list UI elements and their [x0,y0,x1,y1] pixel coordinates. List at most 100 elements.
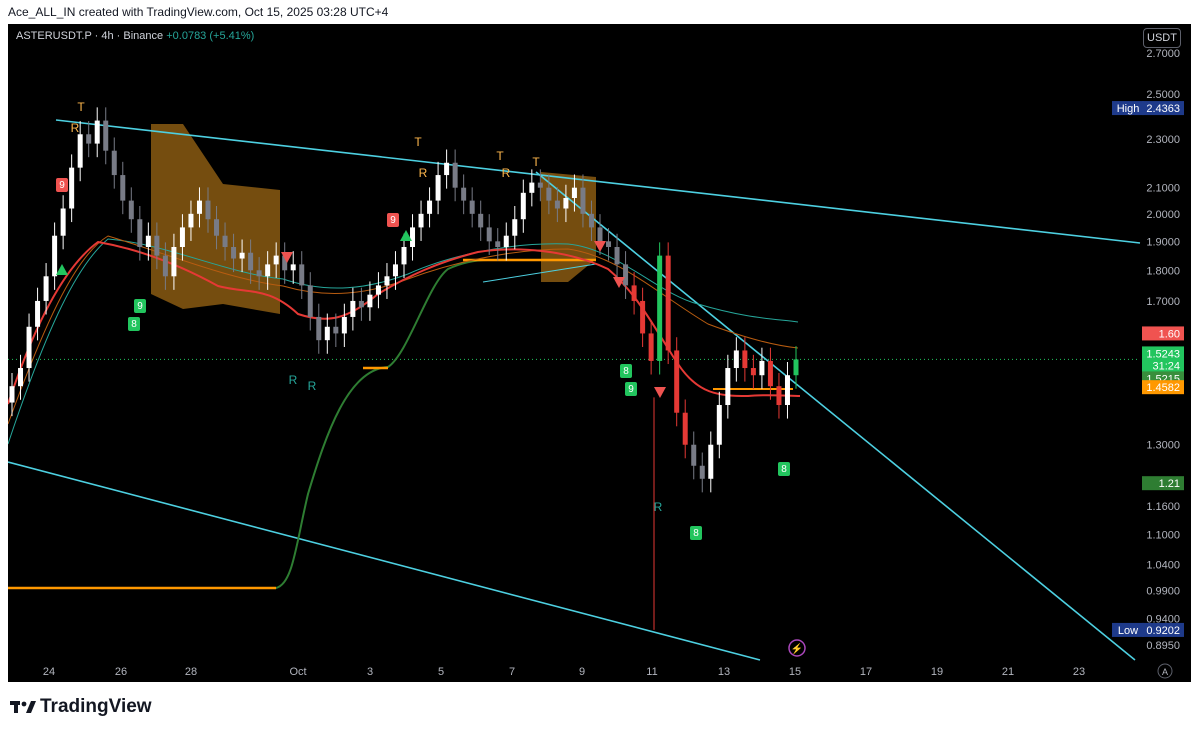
candle-body [682,412,688,445]
candle-body [86,134,92,144]
candle-body [9,386,15,403]
candle-body [60,208,66,236]
candle-body [716,405,722,445]
price-chart[interactable]: 2.7000 2.5000 2.3000 2.1000 2.0000 1.9000 1.80… [8,24,1191,682]
candle-body [750,368,756,376]
candle-body [503,235,509,247]
candle-body [307,285,313,317]
candle-body [35,300,41,327]
candle-body [691,444,697,466]
candle-body [43,276,49,301]
candle-body [631,285,637,301]
price-label: 31:24 [1152,360,1180,372]
symbol-interval[interactable]: 4h [101,30,113,42]
candle-body [384,276,390,286]
candle-body [759,360,765,376]
y-tick-label: 1.1000 [1146,529,1180,541]
candle-body [231,246,237,259]
price-label: 0.9202 [1146,625,1180,637]
tradingview-logo[interactable]: TradingView [10,696,152,718]
candle-body [563,197,569,209]
signal-label: T [496,149,504,163]
symbol-name[interactable]: ASTERUSDT.P [16,30,92,42]
candle-body [171,246,177,277]
x-tick-label: 17 [860,666,872,678]
candle-body [742,350,748,369]
teal-ma [8,238,799,445]
x-tick-label: 21 [1002,666,1014,678]
brand-name: TradingView [40,696,152,717]
candle-body [529,182,535,193]
candle-body [333,326,339,334]
candle-body [444,162,450,176]
candle-body [179,227,185,247]
price-label: 1.60 [1159,328,1180,340]
candle-body [623,264,629,286]
y-tick-label: 1.9000 [1146,236,1180,248]
signal-badge-text: 9 [59,180,65,191]
ma-line [482,263,597,283]
x-tick-label: 11 [646,666,657,678]
candle-body [392,264,398,277]
candle-body [435,175,441,201]
x-tick-label: 13 [718,666,730,678]
price-label: 1.21 [1159,478,1180,490]
candle-body [273,255,279,265]
candle-body [648,333,654,361]
chart-area[interactable]: 2.7000 2.5000 2.3000 2.1000 2.0000 1.9000 1.80… [8,24,1191,682]
candle-body [52,235,58,277]
price-label-prefix: High [1117,103,1140,115]
candle-body [469,200,475,214]
candle-body [776,386,782,406]
candle-body [214,219,220,236]
price-label: 1.4582 [1146,382,1180,394]
x-tick-label: 26 [115,666,127,678]
candle-body [427,200,433,214]
candle-body [699,465,705,479]
candle-body [154,235,160,256]
candle-body [111,150,117,176]
price-label-prefix: Low [1118,625,1138,637]
currency-button[interactable]: USDT [1143,28,1181,48]
candle-body [137,219,143,247]
candle-body [265,264,271,277]
y-tick-label: 0.9900 [1146,586,1180,598]
signal-label: R [502,166,511,180]
candle-body [571,187,577,198]
symbol-exchange: Binance [123,30,164,42]
candle-body [520,192,526,220]
signal-label: R [654,500,663,514]
y-tick-label: 1.0400 [1146,559,1180,571]
attribution-text: Ace_ALL_IN created with TradingView.com,… [8,5,389,19]
signal-badge-text: 8 [693,528,699,539]
candle-body [239,252,245,259]
y-tick-label: 1.8000 [1146,265,1180,277]
candle-body [375,285,381,295]
signal-badge-text: 8 [623,366,629,377]
candle-body [299,264,305,286]
y-tick-label: 1.1600 [1146,501,1180,513]
candle-body [452,162,458,188]
x-tick-label: 23 [1073,666,1085,678]
footer: TradingView [0,682,1199,732]
x-tick-label: 9 [579,666,585,678]
price-label: 2.4363 [1146,103,1180,115]
y-tick-label: 1.7000 [1146,296,1180,308]
candle-body [103,120,109,151]
x-tick-label: 24 [43,666,55,678]
candle-body [512,219,518,236]
separator: · [113,30,124,42]
candle-body [26,326,32,369]
y-tick-label: 2.5000 [1146,89,1180,101]
signal-label: R [308,379,317,393]
candle-body [316,316,322,341]
candle-body [461,187,467,201]
y-tick-label: 1.3000 [1146,440,1180,452]
signal-badge-text: 9 [628,384,634,395]
tradingview-logo-icon [10,699,36,715]
candle-body [145,235,151,247]
candle-body [18,368,24,387]
candle-body [358,300,364,308]
signal-label: T [414,135,422,149]
symbol-info: ASTERUSDT.P · 4h · Binance +0.0783 (+5.4… [16,30,254,42]
